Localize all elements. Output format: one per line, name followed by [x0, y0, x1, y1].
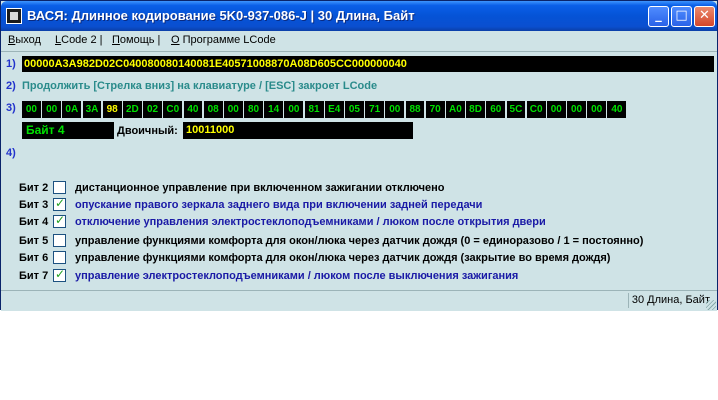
byte-cell-14[interactable]: 81	[304, 101, 324, 118]
menu-help[interactable]: Помощь |	[112, 34, 160, 46]
byte-cell-27[interactable]: 00	[567, 101, 586, 118]
title-bar[interactable]: ВАСЯ: Длинное кодирование 5K0-937-086-J …	[1, 1, 717, 31]
close-button[interactable]: ✕	[694, 6, 715, 27]
byte-cell-4[interactable]: 98	[102, 101, 122, 118]
bit-description: управление функциями комфорта для окон/л…	[75, 252, 611, 264]
lcode-window: ВАСЯ: Длинное кодирование 5K0-937-086-J …	[0, 0, 718, 311]
byte-cell-0[interactable]: 00	[22, 101, 41, 118]
row-number-3: 3)	[6, 102, 16, 114]
navigation-hint: Продолжить [Стрелка вниз] на клавиатуре …	[22, 80, 378, 92]
bit-label: Бит 3	[19, 199, 49, 211]
bit-label: Бит 4	[19, 216, 49, 228]
byte-cell-28[interactable]: 00	[587, 101, 607, 118]
byte-cell-2[interactable]: 0A	[62, 101, 82, 118]
binary-label: Двоичный:	[117, 125, 178, 137]
app-icon	[6, 8, 22, 24]
row-number-1: 1)	[6, 58, 16, 70]
menu-exit[interactable]: Выход	[8, 34, 41, 46]
byte-cell-22[interactable]: 8D	[466, 101, 486, 118]
byte-cell-20[interactable]: 70	[425, 101, 445, 118]
bit-description: управление электростеклоподъемниками / л…	[75, 270, 519, 282]
byte-cell-18[interactable]: 00	[385, 101, 405, 118]
byte-cell-23[interactable]: 60	[486, 101, 506, 118]
menu-lcode2[interactable]: LCode 2 |	[55, 34, 103, 46]
byte-cell-17[interactable]: 71	[365, 101, 385, 118]
bit-description: управление функциями комфорта для окон/л…	[75, 235, 644, 247]
bit-label: Бит 5	[19, 235, 49, 247]
row-number-4: 4)	[6, 147, 16, 159]
bit-checkbox[interactable]	[53, 251, 66, 264]
byte-cell-11[interactable]: 80	[244, 101, 263, 118]
bit-checkbox[interactable]	[53, 181, 66, 194]
bit-label: Бит 6	[19, 252, 49, 264]
bit-checkbox[interactable]	[53, 213, 66, 228]
bit-label: Бит 7	[19, 270, 49, 282]
selected-byte-label: Байт 4	[22, 122, 114, 139]
byte-cell-8[interactable]: 40	[183, 101, 203, 118]
bit-description: дистанционное управление при включенном …	[75, 182, 445, 194]
bit-checkbox[interactable]	[53, 267, 66, 282]
bit-checkbox[interactable]	[53, 196, 66, 211]
byte-cell-3[interactable]: 3A	[82, 101, 102, 118]
byte-cell-29[interactable]: 40	[607, 101, 627, 118]
byte-cell-7[interactable]: C0	[163, 101, 183, 118]
status-bar: 30 Длина, Байт	[1, 290, 717, 311]
byte-cell-15[interactable]: E4	[324, 101, 344, 118]
window-title: ВАСЯ: Длинное кодирование 5K0-937-086-J …	[27, 8, 415, 23]
resize-grip-icon[interactable]	[706, 300, 716, 310]
byte-cell-12[interactable]: 14	[264, 101, 284, 118]
byte-cell-24[interactable]: 5C	[506, 101, 526, 118]
byte-cell-13[interactable]: 00	[284, 101, 304, 118]
minimize-button[interactable]: _	[648, 6, 669, 27]
menu-separator	[1, 51, 717, 52]
row-number-2: 2)	[6, 80, 16, 92]
binary-value-field[interactable]: 10011000	[183, 122, 413, 139]
bit-label: Бит 2	[19, 182, 49, 194]
byte-cell-26[interactable]: 00	[546, 101, 566, 118]
byte-cells: 00 00 0A 3A 98 2D 02 C0 40 08 00 80 14 00 81 E4 05 71 00 88…	[22, 101, 628, 118]
byte-cell-5[interactable]: 2D	[122, 101, 142, 118]
maximize-button[interactable]: □	[671, 6, 692, 27]
menu-about[interactable]: О Программе LCode	[171, 34, 276, 46]
bit-description: опускание правого зеркала заднего вида п…	[75, 199, 483, 211]
byte-cell-9[interactable]: 08	[203, 101, 223, 118]
byte-cell-6[interactable]: 02	[143, 101, 163, 118]
bit-checkbox[interactable]	[53, 234, 66, 247]
byte-cell-10[interactable]: 00	[223, 101, 243, 118]
byte-cell-25[interactable]: C0	[526, 101, 546, 118]
coding-string-field[interactable]: 00000A3A982D02C040080080140081E405710088…	[22, 56, 714, 72]
status-text: 30 Длина, Байт	[627, 293, 713, 308]
bit-description: отключение управления электростеклоподъе…	[75, 216, 546, 228]
byte-cell-21[interactable]: A0	[445, 101, 465, 118]
byte-cell-19[interactable]: 88	[405, 101, 425, 118]
menu-bar: Выход LCode 2 | Помощь | О Программе LCo…	[1, 31, 717, 51]
byte-cell-16[interactable]: 05	[345, 101, 364, 118]
byte-cell-1[interactable]: 00	[42, 101, 62, 118]
